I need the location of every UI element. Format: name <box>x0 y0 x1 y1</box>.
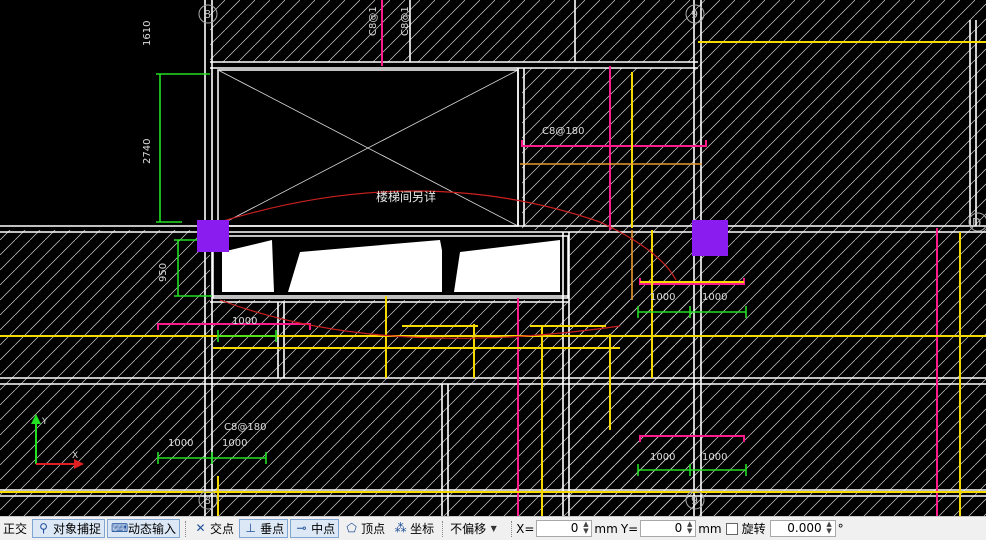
snap-vertex-toggle[interactable]: ⬠ 顶点 <box>341 519 388 538</box>
snap-midpoint-toggle[interactable]: ⊸ 中点 <box>290 519 340 538</box>
x-coordinate-value: 0 <box>570 521 579 535</box>
snap-intersection-toggle[interactable]: ✕ 交点 <box>190 519 237 538</box>
axis-label-9-top: 9 <box>691 8 698 21</box>
drawing-canvas[interactable]: 1610 2740 950 1000 1000 1000 1000 1000 1… <box>0 0 986 516</box>
rebar-label-c8-180-b: C8@180 <box>224 422 266 433</box>
rebar-label-c8-top-b: C8@1 <box>400 6 411 36</box>
offset-mode-value: 不偏移 <box>450 522 487 536</box>
dynamic-input-label: 动态输入 <box>128 522 177 536</box>
dim-1000-f: 1000 <box>650 452 675 463</box>
dim-1000-b: 1000 <box>168 438 193 449</box>
snap-vertex-label: 顶点 <box>361 522 386 536</box>
x-coordinate-input[interactable]: 0 ▲ ▼ <box>536 520 593 537</box>
axis-label-d: D <box>972 216 981 230</box>
ortho-label: 正交 <box>3 522 28 536</box>
separator <box>185 520 187 537</box>
keyboard-icon: ⌨ <box>111 521 129 535</box>
intersection-icon: ✕ <box>195 521 206 535</box>
dim-950: 950 <box>158 263 169 282</box>
snap-perpendicular-toggle[interactable]: ⊥ 垂点 <box>239 519 289 538</box>
ucs-y-label: Y <box>41 417 48 427</box>
dim-2740: 2740 <box>142 139 153 164</box>
object-snap-label: 对象捕捉 <box>53 522 102 536</box>
separator <box>511 520 513 537</box>
coordinate-icon: ⁂ <box>394 521 407 535</box>
rotate-label: 旋转 <box>741 522 766 536</box>
dim-1000-d: 1000 <box>650 292 675 303</box>
dropdown-arrow-icon: ▼ <box>490 524 497 533</box>
rebar-label-c8-180-a: C8@180 <box>542 126 584 137</box>
separator <box>442 520 444 537</box>
snap-perpendicular-label: 垂点 <box>260 522 285 536</box>
axis-label-8-bottom: 8 <box>204 494 211 507</box>
ortho-toggle[interactable]: 正交 <box>0 519 30 538</box>
y-coordinate-value: 0 <box>674 521 683 535</box>
object-snap-toggle[interactable]: ⚲ 对象捕捉 <box>32 519 106 538</box>
x-spin-icon[interactable]: ▲ ▼ <box>581 521 590 536</box>
snap-intersection-label: 交点 <box>210 522 235 536</box>
ucs-x-label: X <box>72 451 78 461</box>
y-coordinate-input[interactable]: 0 ▲ ▼ <box>640 520 697 537</box>
perpendicular-icon: ⊥ <box>245 521 256 535</box>
rebar-label-c8-top-a: C8@1 <box>368 6 379 36</box>
degree-label: ° <box>837 521 844 536</box>
stair-note: 楼梯间另详 <box>376 189 436 204</box>
status-bar: 正交 ⚲ 对象捕捉 ⌨ 动态输入 ✕ 交点 ⊥ 垂点 ⊸ 中点 ⬠ 顶点 ⁂ 坐… <box>0 516 986 540</box>
rotate-input[interactable]: 0.000 ▲ ▼ <box>769 520 836 537</box>
dim-1610: 1610 <box>142 21 153 46</box>
dim-1000-e: 1000 <box>702 292 727 303</box>
snap-coordinate-label: 坐标 <box>410 522 435 536</box>
dim-1000-g: 1000 <box>702 452 727 463</box>
rotate-spin-icon[interactable]: ▲ ▼ <box>825 521 834 536</box>
cad-drawing[interactable]: 1610 2740 950 1000 1000 1000 1000 1000 1… <box>0 0 986 516</box>
vertex-icon: ⬠ <box>346 521 357 535</box>
dim-1000-c: 1000 <box>222 438 247 449</box>
dynamic-input-toggle[interactable]: ⌨ 动态输入 <box>107 519 181 538</box>
rotate-checkbox[interactable] <box>725 522 738 535</box>
axis-label-9-bottom: 9 <box>691 494 698 507</box>
axis-label-8-top: 8 <box>204 8 211 21</box>
y-coordinate-label: Y= <box>620 521 639 536</box>
x-unit-label: mm <box>594 521 618 536</box>
x-coordinate-label: X= <box>516 521 535 536</box>
snap-coordinate-toggle[interactable]: ⁂ 坐标 <box>390 519 437 538</box>
rotate-value: 0.000 <box>787 521 822 535</box>
snap-midpoint-label: 中点 <box>311 522 336 536</box>
dim-1000-a: 1000 <box>232 316 257 327</box>
y-spin-icon[interactable]: ▲ ▼ <box>685 521 694 536</box>
midpoint-icon: ⊸ <box>296 521 307 535</box>
offset-mode-select[interactable]: 不偏移 ▼ <box>447 519 506 538</box>
magnet-icon: ⚲ <box>39 521 48 535</box>
y-unit-label: mm <box>698 521 722 536</box>
